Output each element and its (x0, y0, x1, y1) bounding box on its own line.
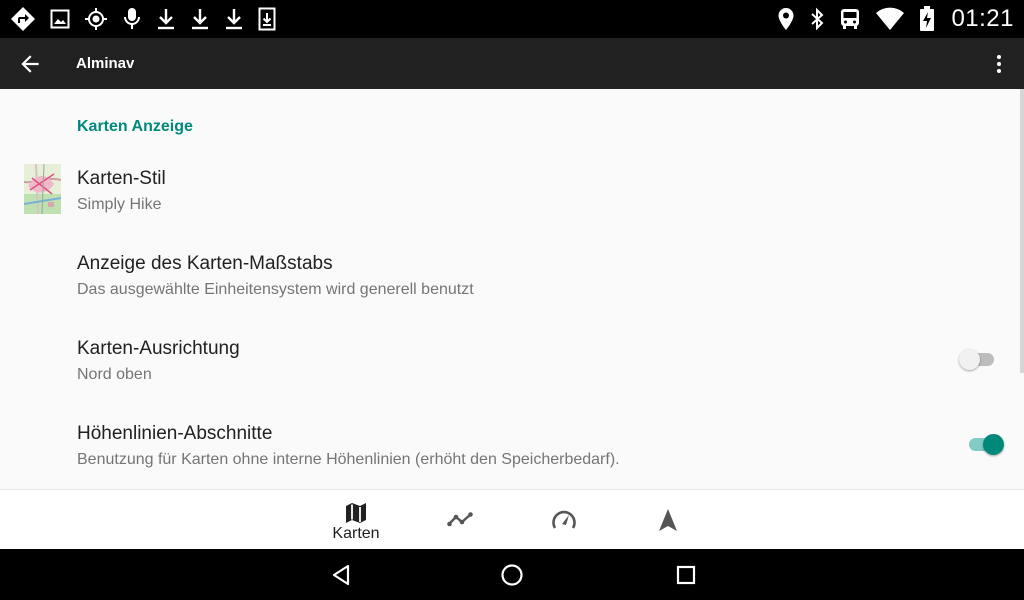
gps-icon (84, 7, 108, 31)
directions-icon (10, 6, 36, 32)
download-icon (224, 7, 244, 31)
back-button[interactable] (1, 38, 59, 89)
system-recents-button[interactable] (656, 549, 716, 600)
map-icon (346, 503, 366, 523)
circle-home-icon (501, 563, 523, 586)
nav-speedometer[interactable] (514, 490, 614, 550)
navigation-arrow-icon (659, 509, 677, 531)
arrow-back-icon (21, 54, 39, 73)
pref-summary: Benutzung für Karten ohne interne Höhenl… (77, 451, 620, 468)
pref-map-style[interactable]: Karten-Stil Simply Hike (0, 164, 1024, 253)
pref-title: Anzeige des Karten-Maßstabs (77, 253, 333, 274)
pref-title: Höhenlinien-Abschnitte (77, 423, 273, 444)
battery-charging-icon (919, 6, 935, 32)
orientation-switch[interactable] (959, 347, 999, 371)
download-icon (156, 7, 176, 31)
bus-icon (839, 7, 861, 31)
pref-summary: Simply Hike (77, 196, 162, 213)
system-navigation-bar (0, 549, 1024, 600)
app-bar: Alminav (0, 38, 1024, 89)
settings-list[interactable]: Karten Anzeige Karten-Stil Simply Hike A… (0, 89, 1024, 489)
mic-icon (122, 7, 142, 31)
location-icon (777, 7, 795, 31)
pref-title: Karten-Stil (77, 168, 166, 189)
nav-navigation[interactable] (618, 490, 718, 550)
wifi-icon (875, 7, 905, 31)
pref-contour-lines[interactable]: Höhenlinien-Abschnitte Benutzung für Kar… (0, 423, 1024, 489)
sd-download-icon (258, 7, 276, 31)
switch-thumb (983, 434, 1004, 455)
bottom-navigation: Karten (0, 489, 1024, 549)
pref-summary: Nord oben (77, 366, 152, 383)
pref-map-scale[interactable]: Anzeige des Karten-Maßstabs Das ausgewäh… (0, 253, 1024, 338)
pref-summary: Das ausgewählte Einheitensystem wird gen… (77, 281, 474, 298)
system-back-button[interactable] (311, 549, 371, 600)
nav-tracks[interactable] (410, 490, 510, 550)
status-clock: 01:21 (951, 5, 1014, 32)
image-icon (50, 9, 70, 29)
track-icon (447, 512, 473, 527)
overflow-menu-button[interactable] (974, 38, 1024, 89)
more-vert-icon (997, 54, 1001, 73)
system-home-button[interactable] (482, 549, 542, 600)
section-header: Karten Anzeige (77, 118, 193, 135)
pref-title: Karten-Ausrichtung (77, 338, 240, 359)
switch-thumb (959, 349, 980, 370)
map-style-thumbnail (24, 164, 61, 214)
triangle-back-icon (332, 564, 350, 585)
square-recents-icon (676, 565, 696, 584)
status-bar: 01:21 (0, 0, 1024, 38)
speedometer-icon (552, 510, 576, 529)
bluetooth-icon (809, 7, 825, 31)
download-icon (190, 7, 210, 31)
app-title: Alminav (76, 55, 135, 72)
contour-lines-switch[interactable] (966, 432, 1006, 456)
nav-label: Karten (332, 525, 380, 542)
pref-map-orientation[interactable]: Karten-Ausrichtung Nord oben (0, 338, 1024, 423)
nav-maps[interactable]: Karten (306, 490, 406, 550)
